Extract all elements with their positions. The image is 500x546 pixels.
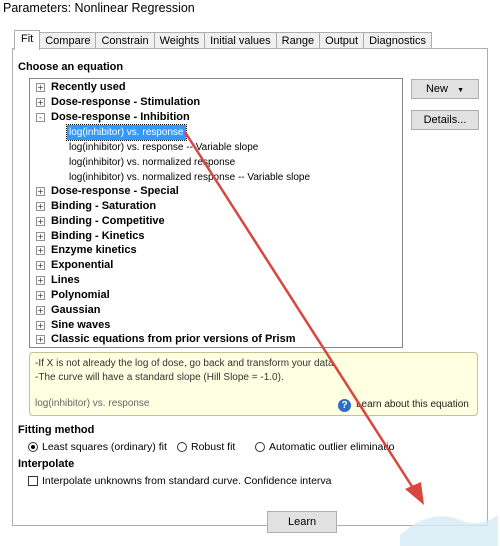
annotation-arrow [183,131,498,546]
annotation-arrow-head [405,482,424,505]
annotation-arrow-line [183,131,415,489]
watermark-swoosh [400,515,498,546]
tab-fit[interactable]: Fit [14,30,41,50]
